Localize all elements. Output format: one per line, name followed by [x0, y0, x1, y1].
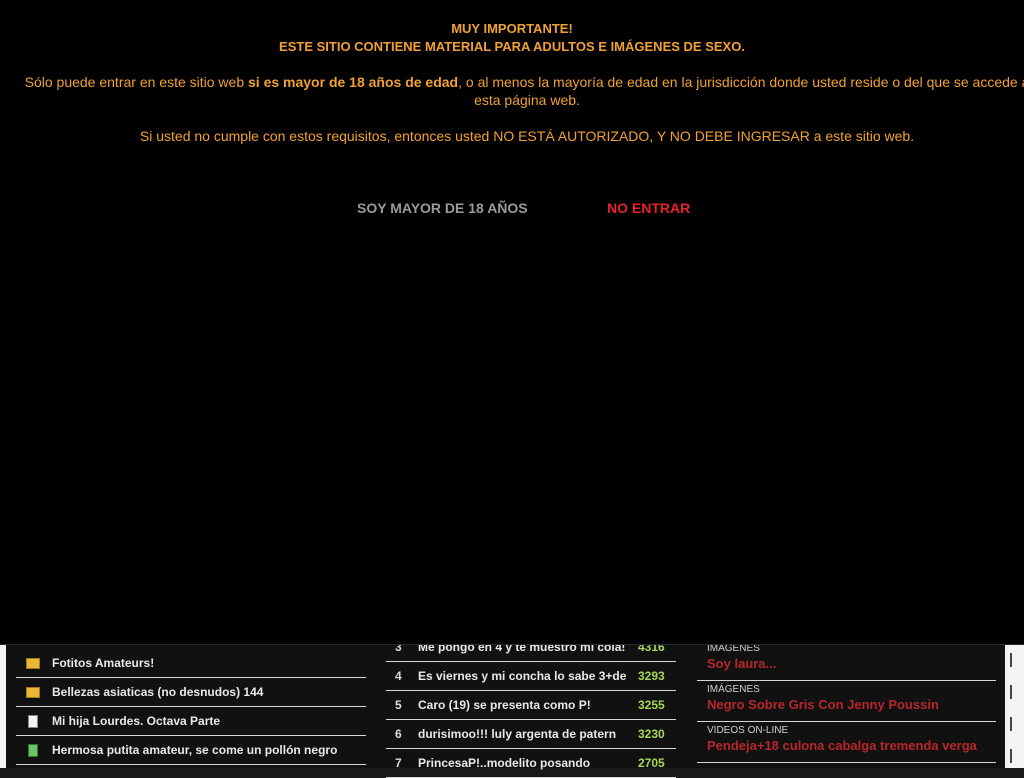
- list-item[interactable]: Hermosa putita amateur, se come un polló…: [16, 736, 366, 765]
- ranking-row[interactable]: 6 durisimoo!!! luly argenta de patern 32…: [386, 720, 676, 749]
- divider: [1010, 685, 1012, 699]
- ranking-number: 5: [395, 698, 402, 712]
- divider: [1010, 749, 1012, 763]
- content-category: IMÁGENES: [707, 684, 760, 695]
- text-segment: Sólo puede entrar en este sitio web: [24, 74, 248, 90]
- ranking-title[interactable]: Es viernes y mi concha lo sabe 3+de: [418, 669, 638, 683]
- content-item[interactable]: VIDEOS ON-LINE Pendeja+18 culona cabalga…: [697, 722, 996, 763]
- right-page-margin: [1005, 645, 1024, 768]
- list-item[interactable]: Mi hija Lourdes. Octava Parte: [16, 707, 366, 736]
- ranking-score: 3293: [638, 669, 665, 683]
- list-item[interactable]: Bellezas asiaticas (no desnudos) 144: [16, 678, 366, 707]
- warning-title-line: MUY IMPORTANTE!: [451, 21, 573, 36]
- warning-title: MUY IMPORTANTE! ESTE SITIO CONTIENE MATE…: [0, 20, 1024, 56]
- list-item-label: Bellezas asiaticas (no desnudos) 144: [52, 685, 264, 699]
- divider: [1010, 717, 1012, 731]
- ranking-title[interactable]: durisimoo!!! luly argenta de patern: [418, 727, 638, 741]
- ranking-row[interactable]: 4 Es viernes y mi concha lo sabe 3+de 32…: [386, 662, 676, 691]
- text-segment: , o al menos la mayoría de edad en la ju…: [458, 74, 1024, 108]
- content-item[interactable]: IMÁGENES Negro Sobre Gris Con Jenny Pous…: [697, 681, 996, 722]
- text-bold-segment: si es mayor de 18 años de edad: [248, 74, 459, 90]
- film-icon: [28, 743, 38, 757]
- content-title-link[interactable]: Negro Sobre Gris Con Jenny Poussin: [707, 696, 996, 713]
- divider: [1010, 653, 1012, 667]
- age-requirement-text: Sólo puede entrar en este sitio web si e…: [22, 73, 1024, 109]
- document-icon: [28, 714, 38, 728]
- left-post-list: Fotitos Amateurs! Bellezas asiaticas (no…: [16, 649, 366, 765]
- left-page-margin: [0, 645, 6, 768]
- age-verification-modal: MUY IMPORTANTE! ESTE SITIO CONTIENE MATE…: [0, 0, 1024, 645]
- content-title-link[interactable]: Pendeja+18 culona cabalga tremenda verga: [707, 737, 996, 754]
- list-item-label: Fotitos Amateurs!: [52, 656, 155, 670]
- ranking-row[interactable]: 7 PrincesaP!..modelito posando 2705: [386, 749, 676, 778]
- content-title-link[interactable]: Soy laura...: [707, 655, 996, 672]
- ranking-row[interactable]: 5 Caro (19) se presenta como P! 3255: [386, 691, 676, 720]
- leave-site-button[interactable]: NO ENTRAR: [607, 200, 690, 216]
- ranking-number: 4: [395, 669, 402, 683]
- ranking-title[interactable]: Caro (19) se presenta como P!: [418, 698, 638, 712]
- warning-title-line: ESTE SITIO CONTIENE MATERIAL PARA ADULTO…: [279, 39, 745, 54]
- unauthorized-notice: Si usted no cumple con estos requisitos,…: [139, 128, 915, 144]
- list-item-label: Hermosa putita amateur, se come un polló…: [52, 743, 338, 757]
- folder-icon: [26, 686, 40, 698]
- list-item[interactable]: Fotitos Amateurs!: [16, 649, 366, 678]
- content-item[interactable]: IMÁGENES Soy laura...: [697, 640, 996, 681]
- latest-content-list: IMÁGENES Soy laura... IMÁGENES Negro Sob…: [697, 640, 996, 763]
- enter-site-button[interactable]: SOY MAYOR DE 18 AÑOS: [357, 200, 528, 216]
- ranking-score: 3255: [638, 698, 665, 712]
- top-posts-ranking: 3 Me pongo en 4 y te muestro mi cola! 43…: [386, 633, 676, 778]
- folder-icon: [26, 657, 40, 669]
- ranking-score: 3230: [638, 727, 665, 741]
- content-category: VIDEOS ON-LINE: [707, 725, 789, 736]
- list-item-label: Mi hija Lourdes. Octava Parte: [52, 714, 221, 728]
- ranking-number: 6: [395, 727, 402, 741]
